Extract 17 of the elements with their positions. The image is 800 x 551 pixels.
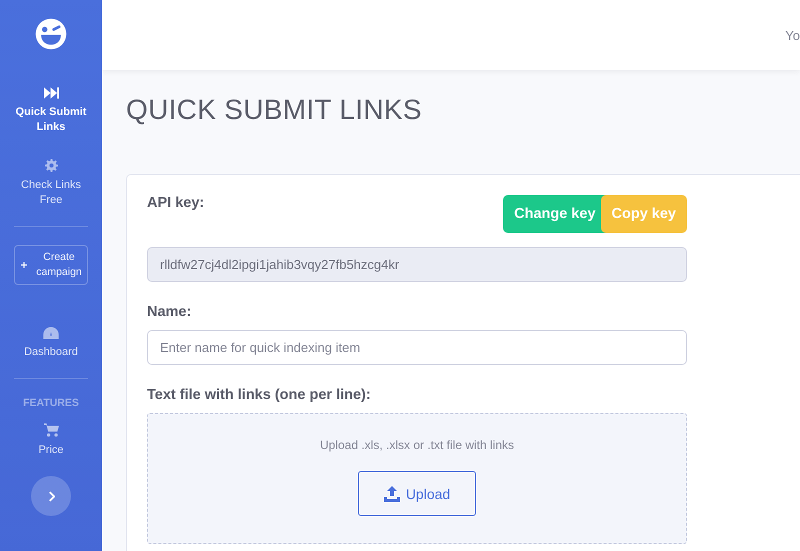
change-key-button[interactable]: Change key bbox=[503, 195, 607, 233]
section-heading: FEATURES bbox=[23, 397, 79, 409]
field-label: Text file with links (one per line): bbox=[147, 387, 371, 403]
create-campaign-button[interactable]: Create campaign bbox=[14, 245, 88, 285]
field-label: Name: bbox=[147, 304, 192, 320]
api-key-field[interactable]: rlldfw27cj4dl2ipgi1jahib3vqy27fb5hzcg4kr bbox=[147, 247, 687, 282]
upload-button[interactable]: Upload bbox=[358, 471, 476, 516]
nav-item[interactable]: Quick Submit Links bbox=[11, 87, 91, 135]
field-label: API key: bbox=[147, 195, 204, 211]
upload-hint: Upload .xls, .xlsx or .txt file with links bbox=[320, 438, 514, 452]
page-title: QUICK SUBMIT LINKS bbox=[126, 94, 423, 126]
upload-drop-zone[interactable]: Upload .xls, .xlsx or .txt file with links Upload bbox=[147, 413, 687, 544]
nav-item[interactable]: Price bbox=[11, 423, 91, 458]
nav-item[interactable]: Dashboard bbox=[11, 327, 91, 360]
user-name[interactable]: Yo bbox=[785, 28, 800, 42]
nav-item[interactable]: Check Links Free bbox=[11, 159, 91, 208]
name-field[interactable]: Enter name for quick indexing item bbox=[147, 330, 687, 365]
